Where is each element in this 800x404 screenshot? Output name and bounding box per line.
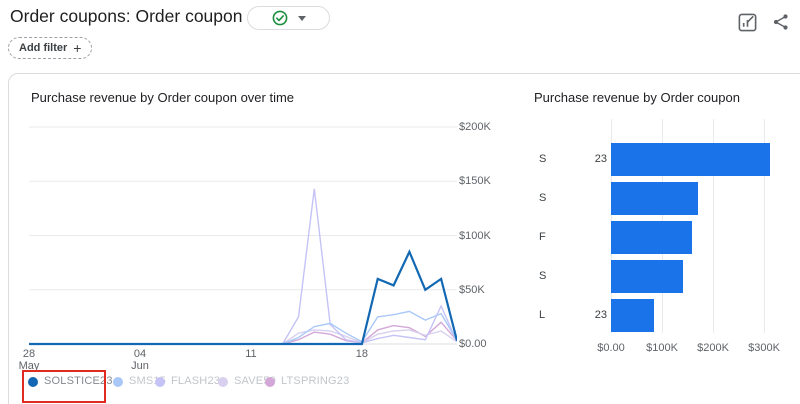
bar-row-label: S [539, 270, 547, 282]
report-status-dropdown[interactable] [247, 6, 330, 30]
check-circle-icon [272, 10, 287, 26]
legend-dot-icon [265, 377, 275, 387]
y-axis-tick-label: $0.00 [459, 338, 487, 350]
x-axis-tick-label: $100K [646, 342, 678, 354]
bar-row-label: L 23 [539, 309, 607, 321]
analytics-report-page: Order coupons: Order coupon Add filter +… [0, 0, 800, 404]
x-axis-tick-label: 18 [355, 348, 368, 360]
legend-dot-icon [218, 377, 228, 387]
legend-label: SOLSTICE23 [44, 376, 113, 384]
x-axis-tick-label: $300K [748, 342, 780, 354]
series-line-FLASH23[interactable] [29, 188, 457, 345]
x-axis-tick-label: 11 [245, 348, 257, 360]
x-axis-tick-label: $200K [697, 342, 729, 354]
bar-row-label: F [539, 231, 546, 243]
bar-row[interactable] [611, 221, 692, 254]
add-filter-button[interactable]: Add filter + [8, 37, 93, 59]
y-axis-tick-label: $200K [459, 121, 491, 133]
legend-item-FLASH23[interactable]: FLASH23 [155, 376, 220, 387]
series-line-SMS15[interactable] [29, 310, 457, 345]
x-axis-tick-label: $0.00 [597, 342, 625, 354]
legend-dot-icon [28, 377, 38, 387]
bar-row[interactable] [611, 182, 698, 215]
bar-row-label: S [539, 192, 547, 204]
customize-report-icon [738, 13, 756, 31]
share-button[interactable] [768, 9, 794, 35]
bar-chart-title: Purchase revenue by Order coupon [534, 90, 740, 105]
x-axis-tick-label: 04 Jun [131, 348, 149, 372]
bar-row-label: S 23 [539, 153, 607, 165]
legend-item-LTSPRING23[interactable]: LTSPRING23 [265, 376, 349, 387]
x-axis-tick-label: 28 May [18, 348, 40, 372]
bar-row[interactable] [611, 299, 654, 332]
bar-row[interactable] [611, 143, 770, 176]
line-chart-plot[interactable] [29, 119, 457, 349]
series-line-LTSPRING23[interactable] [29, 321, 457, 345]
series-line-SOLSTICE23[interactable] [29, 249, 457, 346]
line-chart-title: Purchase revenue by Order coupon over ti… [31, 90, 295, 105]
legend-dot-icon [113, 377, 123, 387]
share-icon [773, 14, 788, 30]
legend-item-SOLSTICE23[interactable]: SOLSTICE23 [28, 376, 113, 387]
bar-row[interactable] [611, 260, 683, 293]
chevron-down-icon [297, 15, 306, 21]
y-axis-tick-label: $100K [459, 229, 491, 242]
series-line-SAVE50[interactable] [29, 329, 457, 345]
legend-label: FLASH23 [171, 376, 221, 384]
customize-report-button[interactable] [734, 9, 760, 35]
page-title: Order coupons: Order coupon [10, 6, 243, 26]
charts-card: Purchase revenue by Order coupon over ti… [8, 73, 800, 404]
add-filter-label: Add filter [19, 42, 68, 54]
legend-label: LTSPRING23 [281, 376, 350, 384]
plus-icon: + [73, 40, 82, 56]
y-axis-tick-label: $150K [459, 175, 491, 188]
legend-dot-icon [155, 377, 165, 387]
report-header: Order coupons: Order coupon Add filter + [0, 0, 800, 73]
y-axis-tick-label: $50K [459, 283, 485, 296]
